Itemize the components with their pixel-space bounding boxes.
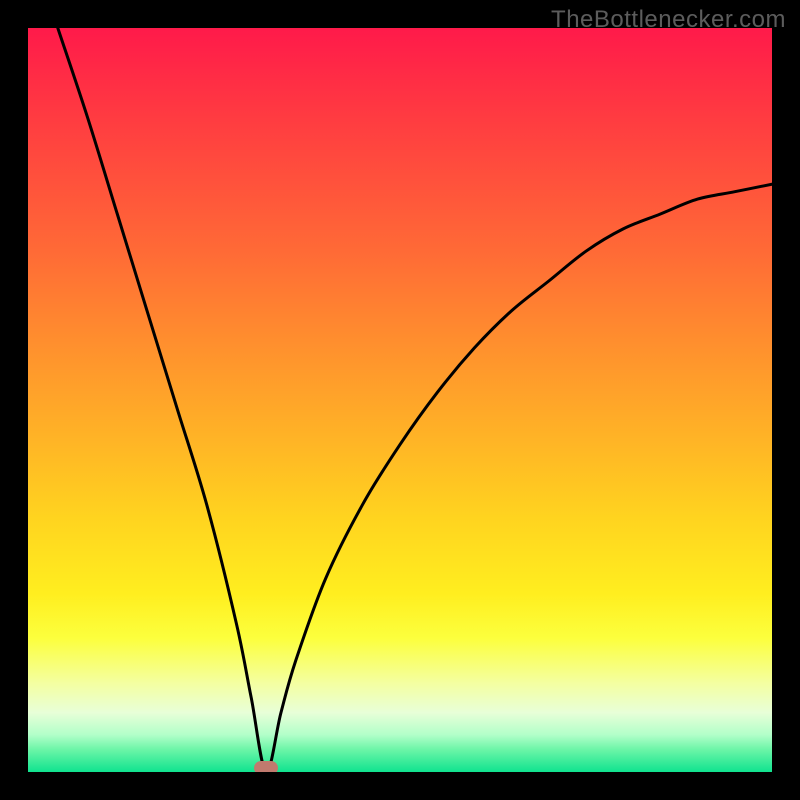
- bottleneck-curve: [28, 28, 772, 772]
- watermark-text: TheBottlenecker.com: [551, 6, 786, 34]
- minimum-marker: [254, 761, 278, 772]
- plot-area: [28, 28, 772, 772]
- chart-frame: TheBottlenecker.com: [0, 0, 800, 800]
